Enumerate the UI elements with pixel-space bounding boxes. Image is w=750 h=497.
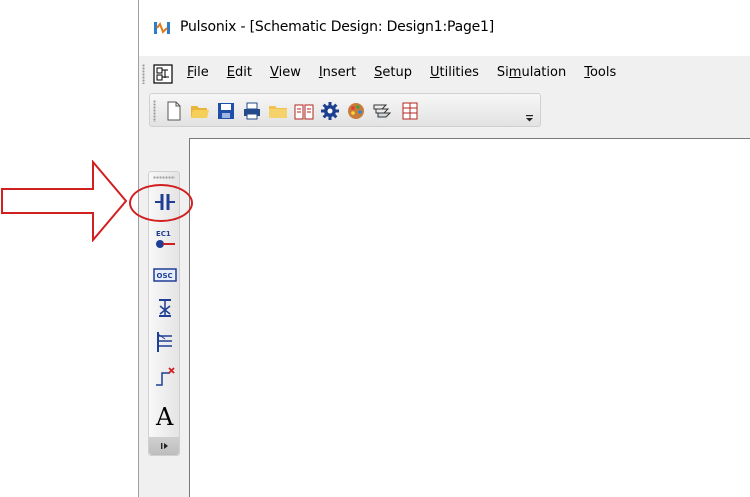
title-bar: Pulsonix - [Schematic Design: Design1:Pa…	[139, 0, 750, 56]
toolbar-overflow-chevron-icon[interactable]	[526, 112, 534, 122]
annotation-arrow	[1, 160, 128, 242]
print-icon[interactable]	[242, 101, 262, 121]
pulsonix-app-icon	[154, 21, 170, 34]
open-folder-icon[interactable]	[190, 101, 210, 121]
window-title: Pulsonix - [Schematic Design: Design1:Pa…	[180, 19, 495, 35]
save-icon[interactable]	[216, 101, 236, 121]
vtoolbar-overflow[interactable]	[149, 437, 179, 455]
layers-icon[interactable]	[372, 101, 392, 121]
menu-item[interactable]: Utilities	[430, 65, 479, 80]
text-tool-glyph: A	[155, 403, 174, 430]
new-document-icon[interactable]	[164, 101, 184, 121]
standard-toolbar	[149, 93, 541, 127]
schematic-canvas[interactable]	[189, 138, 750, 497]
ec1-connector-icon[interactable]: EC1	[153, 227, 177, 251]
application-window: Pulsonix - [Schematic Design: Design1:Pa…	[138, 0, 750, 497]
chevron-right-icon	[161, 443, 168, 449]
menu-item[interactable]: Setup	[374, 65, 412, 80]
document-window-icon[interactable]	[153, 64, 173, 84]
ec1-label: EC1	[156, 230, 171, 238]
menu-bar: File Edit View Insert Setup Utilities Simulati…	[139, 61, 750, 87]
toolbar-grip[interactable]	[153, 100, 156, 122]
menu-item[interactable]: Insert	[319, 65, 356, 80]
palette-icon[interactable]	[346, 101, 366, 121]
text-icon[interactable]: A	[153, 402, 177, 430]
menu-item[interactable]: View	[270, 65, 301, 80]
ground-icon[interactable]	[153, 296, 177, 320]
menu-item[interactable]: File	[187, 65, 209, 80]
menu-items: File Edit View Insert Setup Utilities Simulati…	[187, 65, 634, 80]
library-book-icon[interactable]	[294, 101, 314, 121]
annotation-highlight-circle	[129, 184, 193, 222]
settings-gear-icon[interactable]	[320, 101, 340, 121]
folder-icon[interactable]	[268, 101, 288, 121]
net-end-icon[interactable]	[153, 365, 177, 389]
osc-label: OSC	[157, 272, 173, 280]
menubar-grip[interactable]	[142, 64, 145, 84]
vtoolbar-grip[interactable]	[153, 176, 175, 179]
menu-item[interactable]: Tools	[584, 65, 616, 80]
osc-block-icon[interactable]: OSC	[153, 263, 177, 287]
component-grid-icon[interactable]	[400, 101, 420, 121]
menu-item[interactable]: Edit	[227, 65, 252, 80]
menu-item[interactable]: Simulation	[497, 65, 566, 80]
bus-icon[interactable]	[153, 330, 177, 354]
